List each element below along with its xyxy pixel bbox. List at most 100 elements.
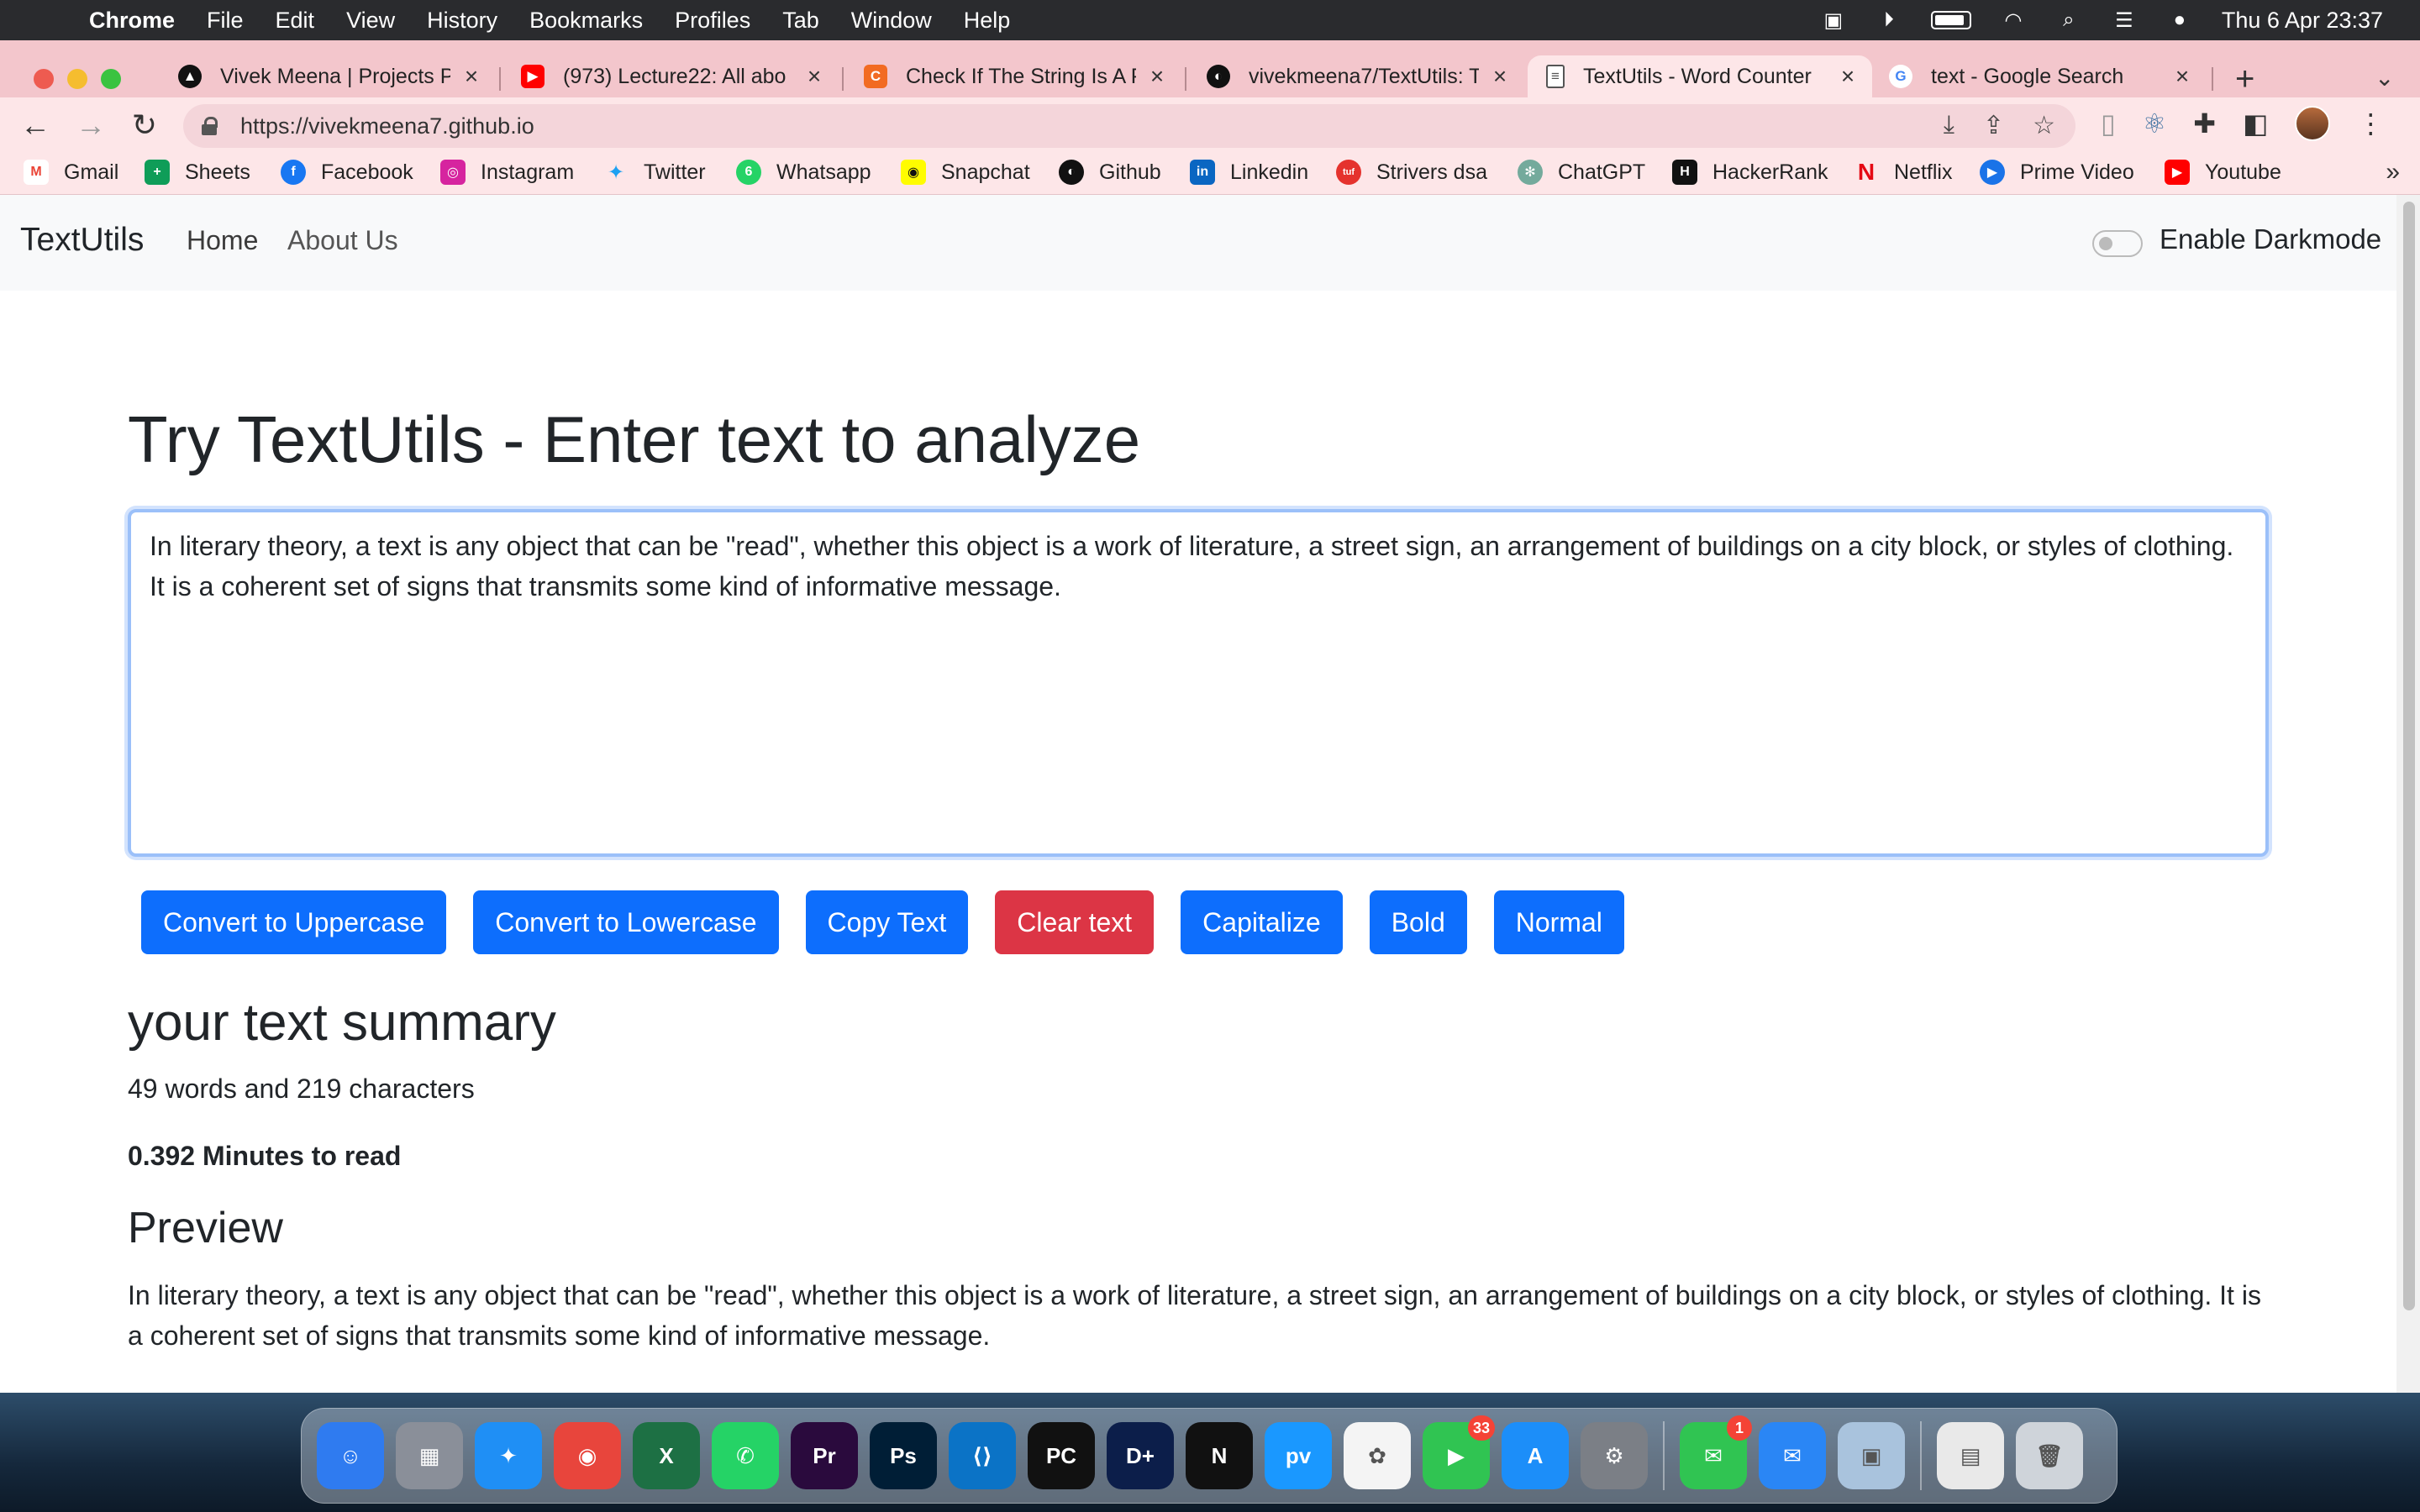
bold-button[interactable]: Bold: [1370, 890, 1467, 954]
extensions-puzzle-icon[interactable]: ✚: [2193, 108, 2216, 139]
close-window-icon[interactable]: [34, 69, 54, 89]
normal-button[interactable]: Normal: [1494, 890, 1624, 954]
dock-disney-hotstar-icon[interactable]: D+: [1107, 1422, 1174, 1489]
close-tab-icon[interactable]: ×: [1487, 63, 1512, 90]
kebab-menu-icon[interactable]: ⋮: [2357, 108, 2384, 139]
close-tab-icon[interactable]: ×: [2170, 63, 2195, 90]
bookmark-snapchat[interactable]: ◉Snapchat: [901, 160, 1030, 185]
tab-projects[interactable]: ▲ Vivek Meena | Projects P ×: [160, 55, 496, 97]
bookmark-gmail[interactable]: MGmail: [24, 160, 118, 185]
forward-arrow-icon[interactable]: →: [74, 108, 108, 143]
bookmark-youtube[interactable]: ▶Youtube: [2165, 160, 2281, 185]
react-devtools-icon[interactable]: ⚛: [2143, 108, 2167, 139]
tab-google-search[interactable]: G text - Google Search ×: [1870, 55, 2207, 97]
capitalize-button[interactable]: Capitalize: [1181, 890, 1343, 954]
dock-whatsapp-icon[interactable]: ✆: [712, 1422, 779, 1489]
bookmark-linkedin[interactable]: inLinkedin: [1190, 160, 1308, 185]
dock-trash-icon[interactable]: 🗑: [2016, 1422, 2083, 1489]
bookmark-facebook[interactable]: fFacebook: [281, 160, 413, 185]
navbar-brand[interactable]: TextUtils: [20, 222, 144, 259]
close-tab-icon[interactable]: ×: [1835, 63, 1860, 90]
dock-launchpad-icon[interactable]: ▦: [396, 1422, 463, 1489]
clear-text-button[interactable]: Clear text: [995, 890, 1154, 954]
bookmark-sheets[interactable]: +Sheets: [145, 160, 250, 185]
menu-bookmarks[interactable]: Bookmarks: [529, 8, 643, 34]
tab-youtube-lecture[interactable]: ▶ (973) Lecture22: All abo ×: [502, 55, 839, 97]
bookmark-instagram[interactable]: ◎Instagram: [440, 160, 574, 185]
menubar-clock[interactable]: Thu 6 Apr 23:37: [2222, 8, 2383, 34]
address-bar[interactable]: https://vivekmeena7.github.io ⤓ ⇪ ☆: [183, 104, 2075, 148]
dock-safari-icon[interactable]: ✦: [475, 1422, 542, 1489]
share-icon[interactable]: ⇪: [1983, 111, 2004, 140]
dock-messages-icon[interactable]: ✉1: [1680, 1422, 1747, 1489]
menu-window[interactable]: Window: [851, 8, 932, 34]
back-arrow-icon[interactable]: ←: [18, 108, 52, 143]
dock-excel-icon[interactable]: X: [633, 1422, 700, 1489]
tab-textutils-active[interactable]: ≡ TextUtils - Word Counter ×: [1528, 55, 1872, 97]
menu-tab[interactable]: Tab: [782, 8, 819, 34]
minimize-window-icon[interactable]: [67, 69, 87, 89]
menu-help[interactable]: Help: [964, 8, 1011, 34]
bookmark-twitter[interactable]: ✦Twitter: [603, 160, 706, 185]
bookmark-github[interactable]: ◐Github: [1059, 160, 1161, 185]
dock-system-settings-icon[interactable]: ⚙: [1581, 1422, 1648, 1489]
side-panel-icon[interactable]: ◧: [2243, 108, 2268, 139]
wifi-icon[interactable]: ◠: [2000, 9, 2027, 31]
bookmark-whatsapp[interactable]: 6Whatsapp: [736, 160, 871, 185]
reload-icon[interactable]: ↻: [128, 108, 161, 143]
close-tab-icon[interactable]: ×: [802, 63, 827, 90]
dock-photoshop-icon[interactable]: Ps: [870, 1422, 937, 1489]
close-tab-icon[interactable]: ×: [1144, 63, 1170, 90]
scrollbar-thumb[interactable]: [2403, 202, 2415, 1310]
convert-lowercase-button[interactable]: Convert to Lowercase: [473, 890, 778, 954]
dock-app-store-icon[interactable]: A: [1502, 1422, 1569, 1489]
tab-codingninjas[interactable]: C Check If The String Is A P ×: [845, 55, 1181, 97]
bookmark-strivers-dsa[interactable]: tufStrivers dsa: [1336, 160, 1487, 185]
menu-view[interactable]: View: [346, 8, 395, 34]
dock-pycharm-icon[interactable]: PC: [1028, 1422, 1095, 1489]
lock-icon[interactable]: [202, 117, 217, 135]
dock-premiere-icon[interactable]: Pr: [791, 1422, 858, 1489]
copy-text-button[interactable]: Copy Text: [806, 890, 969, 954]
fullscreen-window-icon[interactable]: [101, 69, 121, 89]
tab-search-chevron-icon[interactable]: ⌄: [2375, 64, 2394, 92]
bookmark-chatgpt[interactable]: ✻ChatGPT: [1518, 160, 1645, 185]
dock-vscode-icon[interactable]: ⟨⟩: [949, 1422, 1016, 1489]
spotlight-search-icon[interactable]: ⌕: [2055, 9, 2082, 31]
control-center-icon[interactable]: ☰: [2111, 9, 2138, 31]
convert-uppercase-button[interactable]: Convert to Uppercase: [141, 890, 446, 954]
dock-chrome-icon[interactable]: ◉: [554, 1422, 621, 1489]
nav-link-about-us[interactable]: About Us: [287, 225, 398, 256]
new-tab-plus-icon[interactable]: +: [2235, 60, 2254, 98]
siri-icon[interactable]: ●: [2166, 9, 2193, 31]
dock-netflix-icon[interactable]: N: [1186, 1422, 1253, 1489]
dock-prime-video-icon[interactable]: pv: [1265, 1422, 1332, 1489]
stage-manager-icon[interactable]: ▣: [1820, 9, 1847, 31]
dock-facetime-icon[interactable]: ▶33: [1423, 1422, 1490, 1489]
menu-file[interactable]: File: [207, 8, 244, 34]
bookmark-hackerrank[interactable]: HHackerRank: [1672, 160, 1828, 185]
dock-mail-icon[interactable]: ✉: [1759, 1422, 1826, 1489]
dock-finder-icon[interactable]: ☺: [317, 1422, 384, 1489]
dock-photos-icon[interactable]: ✿: [1344, 1422, 1411, 1489]
page-scrollbar[interactable]: [2396, 195, 2420, 1393]
tab-github-repo[interactable]: ◐ vivekmeena7/TextUtils: T ×: [1188, 55, 1524, 97]
play-icon[interactable]: ⏵: [1876, 9, 1902, 31]
menu-edit[interactable]: Edit: [276, 8, 315, 34]
menu-profiles[interactable]: Profiles: [675, 8, 750, 34]
darkmode-toggle-switch[interactable]: [2092, 230, 2143, 257]
profile-avatar[interactable]: [2295, 106, 2330, 141]
menu-app-name[interactable]: Chrome: [89, 8, 175, 34]
darkmode-toggle-label[interactable]: Enable Darkmode: [2160, 223, 2381, 255]
text-input-area[interactable]: In literary theory, a text is any object…: [128, 509, 2269, 857]
url-text[interactable]: https://vivekmeena7.github.io: [240, 113, 534, 139]
battery-icon[interactable]: [1931, 11, 1971, 29]
close-tab-icon[interactable]: ×: [459, 63, 484, 90]
bookmark-star-icon[interactable]: ☆: [2033, 111, 2055, 140]
install-app-icon[interactable]: ⤓: [1944, 111, 1954, 140]
bookmark-prime-video[interactable]: ▶Prime Video: [1980, 160, 2134, 185]
bookmarks-overflow-icon[interactable]: »: [2386, 158, 2400, 186]
phone-extension-icon[interactable]: ▯: [2101, 108, 2116, 139]
menu-history[interactable]: History: [427, 8, 497, 34]
dock-documents-icon[interactable]: ▤: [1937, 1422, 2004, 1489]
